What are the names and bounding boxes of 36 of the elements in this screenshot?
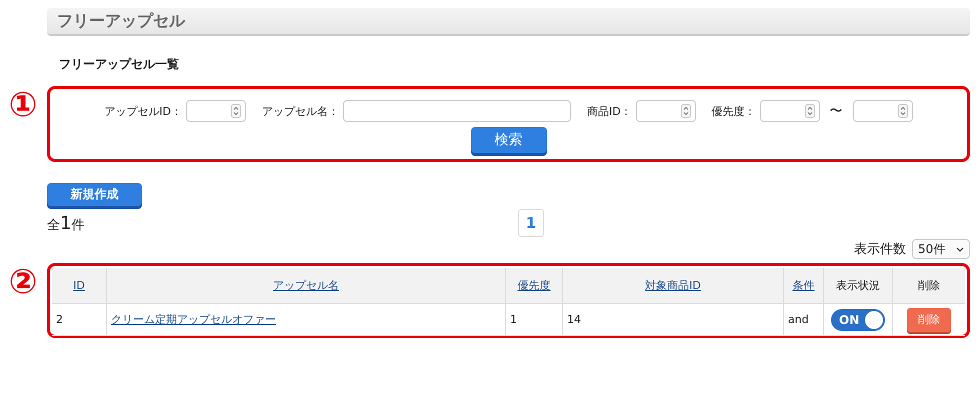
per-page-label: 表示件数 <box>854 241 906 258</box>
field-label: アップセル名： <box>262 104 339 118</box>
number-field[interactable] <box>852 100 913 122</box>
per-page-select[interactable]: 50件 <box>912 239 970 259</box>
table-cell: 2 <box>56 313 63 326</box>
column-header: 削除 <box>918 279 940 292</box>
table-cell: 14 <box>567 313 581 326</box>
field-label: 優先度： <box>712 104 756 118</box>
display-toggle[interactable]: ON <box>831 308 885 330</box>
page-header: フリーアップセル <box>47 8 970 36</box>
new-button[interactable]: 新規作成 <box>47 183 142 206</box>
table-cell: 1 <box>510 313 517 326</box>
name-link[interactable]: クリーム定期アップセルオファー <box>111 313 276 326</box>
column-header: 表示状況 <box>836 279 880 292</box>
spinner-icon[interactable] <box>898 104 908 118</box>
page-button[interactable]: 1 <box>518 209 544 237</box>
column-sort-link[interactable]: アップセル名 <box>273 279 339 292</box>
spinner-icon[interactable] <box>804 104 815 118</box>
total-count: 全1件 <box>47 212 86 234</box>
number-field[interactable] <box>636 100 696 122</box>
search-button[interactable]: 検索 <box>470 127 546 153</box>
spinner-icon[interactable] <box>231 104 241 118</box>
caret-icon <box>956 246 964 252</box>
section-title: フリーアップセル一覧 <box>59 56 180 73</box>
column-sort-link[interactable]: ID <box>73 279 85 292</box>
annotation-marker: ② <box>8 264 38 300</box>
field-label: アップセルID： <box>104 104 182 118</box>
number-field[interactable] <box>760 100 820 122</box>
table-cell: and <box>788 313 809 326</box>
field-label: 商品ID： <box>587 104 632 118</box>
column-sort-link[interactable]: 対象商品ID <box>645 279 701 292</box>
spinner-icon[interactable] <box>680 104 691 118</box>
annotation-marker: ① <box>8 87 38 123</box>
text-field[interactable] <box>343 100 571 122</box>
number-field[interactable] <box>186 100 246 122</box>
range-separator: 〜 <box>830 103 843 120</box>
